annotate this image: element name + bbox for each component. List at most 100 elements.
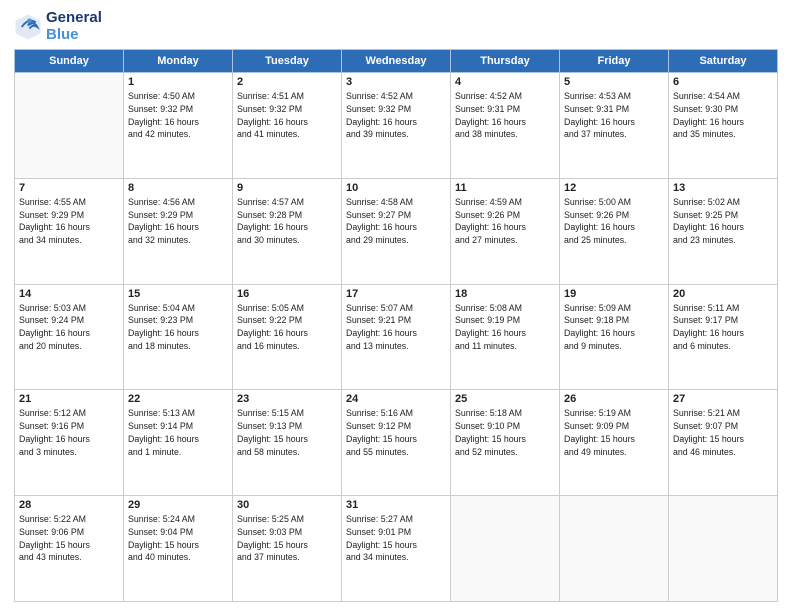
day-info: Sunrise: 5:21 AMSunset: 9:07 PMDaylight:… (673, 407, 773, 458)
calendar-cell: 3 Sunrise: 4:52 AMSunset: 9:32 PMDaylight… (342, 73, 451, 179)
calendar-cell (451, 496, 560, 602)
day-number: 13 (673, 182, 773, 194)
calendar-cell: 11 Sunrise: 4:59 AMSunset: 9:26 PMDayligh… (451, 178, 560, 284)
day-info: Sunrise: 4:59 AMSunset: 9:26 PMDaylight:… (455, 196, 555, 247)
calendar-cell: 6 Sunrise: 4:54 AMSunset: 9:30 PMDaylight… (669, 73, 778, 179)
calendar-cell (560, 496, 669, 602)
day-number: 3 (346, 76, 446, 88)
day-info: Sunrise: 4:53 AMSunset: 9:31 PMDaylight:… (564, 90, 664, 141)
calendar-cell: 22 Sunrise: 5:13 AMSunset: 9:14 PMDayligh… (124, 390, 233, 496)
day-number: 14 (19, 288, 119, 300)
day-number: 28 (19, 499, 119, 511)
day-info: Sunrise: 5:24 AMSunset: 9:04 PMDaylight:… (128, 513, 228, 564)
week-row-3: 14 Sunrise: 5:03 AMSunset: 9:24 PMDayligh… (15, 284, 778, 390)
day-info: Sunrise: 5:05 AMSunset: 9:22 PMDaylight:… (237, 302, 337, 353)
day-number: 9 (237, 182, 337, 194)
day-number: 11 (455, 182, 555, 194)
calendar-cell: 12 Sunrise: 5:00 AMSunset: 9:26 PMDayligh… (560, 178, 669, 284)
day-number: 8 (128, 182, 228, 194)
day-info: Sunrise: 4:52 AMSunset: 9:32 PMDaylight:… (346, 90, 446, 141)
calendar-cell: 10 Sunrise: 4:58 AMSunset: 9:27 PMDayligh… (342, 178, 451, 284)
calendar-cell: 17 Sunrise: 5:07 AMSunset: 9:21 PMDayligh… (342, 284, 451, 390)
day-number: 27 (673, 393, 773, 405)
page: General Blue SundayMondayTuesdayWednesda… (0, 0, 792, 612)
day-number: 10 (346, 182, 446, 194)
calendar-cell: 21 Sunrise: 5:12 AMSunset: 9:16 PMDayligh… (15, 390, 124, 496)
header: General Blue (14, 10, 778, 43)
day-info: Sunrise: 5:12 AMSunset: 9:16 PMDaylight:… (19, 407, 119, 458)
day-info: Sunrise: 4:58 AMSunset: 9:27 PMDaylight:… (346, 196, 446, 247)
week-row-2: 7 Sunrise: 4:55 AMSunset: 9:29 PMDaylight… (15, 178, 778, 284)
calendar-cell: 8Sunrise: 4:56 AMSunset: 9:29 PMDaylight… (124, 178, 233, 284)
day-info: Sunrise: 5:25 AMSunset: 9:03 PMDaylight:… (237, 513, 337, 564)
weekday-header-tuesday: Tuesday (233, 50, 342, 73)
calendar-cell: 1 Sunrise: 4:50 AMSunset: 9:32 PMDaylight… (124, 73, 233, 179)
day-number: 7 (19, 182, 119, 194)
calendar-cell: 31Sunrise: 5:27 AMSunset: 9:01 PMDayligh… (342, 496, 451, 602)
calendar-cell: 9Sunrise: 4:57 AMSunset: 9:28 PMDaylight… (233, 178, 342, 284)
weekday-header-wednesday: Wednesday (342, 50, 451, 73)
weekday-header-monday: Monday (124, 50, 233, 73)
week-row-4: 21 Sunrise: 5:12 AMSunset: 9:16 PMDayligh… (15, 390, 778, 496)
calendar-cell (669, 496, 778, 602)
day-info: Sunrise: 5:03 AMSunset: 9:24 PMDaylight:… (19, 302, 119, 353)
day-info: Sunrise: 5:11 AMSunset: 9:17 PMDaylight:… (673, 302, 773, 353)
day-number: 4 (455, 76, 555, 88)
day-number: 22 (128, 393, 228, 405)
day-number: 2 (237, 76, 337, 88)
day-info: Sunrise: 5:22 AMSunset: 9:06 PMDaylight:… (19, 513, 119, 564)
calendar-cell (15, 73, 124, 179)
day-number: 15 (128, 288, 228, 300)
day-number: 21 (19, 393, 119, 405)
day-info: Sunrise: 5:09 AMSunset: 9:18 PMDaylight:… (564, 302, 664, 353)
day-info: Sunrise: 5:07 AMSunset: 9:21 PMDaylight:… (346, 302, 446, 353)
day-number: 31 (346, 499, 446, 511)
day-number: 18 (455, 288, 555, 300)
calendar-cell: 29Sunrise: 5:24 AMSunset: 9:04 PMDayligh… (124, 496, 233, 602)
logo-icon (14, 13, 42, 41)
day-number: 6 (673, 76, 773, 88)
weekday-header-friday: Friday (560, 50, 669, 73)
calendar-cell: 18 Sunrise: 5:08 AMSunset: 9:19 PMDayligh… (451, 284, 560, 390)
weekday-header-thursday: Thursday (451, 50, 560, 73)
calendar-cell: 15 Sunrise: 5:04 AMSunset: 9:23 PMDayligh… (124, 284, 233, 390)
day-number: 12 (564, 182, 664, 194)
day-number: 23 (237, 393, 337, 405)
calendar-cell: 28 Sunrise: 5:22 AMSunset: 9:06 PMDayligh… (15, 496, 124, 602)
weekday-header-row: SundayMondayTuesdayWednesdayThursdayFrid… (15, 50, 778, 73)
day-info: Sunrise: 5:08 AMSunset: 9:19 PMDaylight:… (455, 302, 555, 353)
day-info: Sunrise: 5:13 AMSunset: 9:14 PMDaylight:… (128, 407, 228, 458)
day-number: 30 (237, 499, 337, 511)
day-info: Sunrise: 5:00 AMSunset: 9:26 PMDaylight:… (564, 196, 664, 247)
calendar-cell: 16Sunrise: 5:05 AMSunset: 9:22 PMDayligh… (233, 284, 342, 390)
calendar-cell: 26Sunrise: 5:19 AMSunset: 9:09 PMDayligh… (560, 390, 669, 496)
day-number: 25 (455, 393, 555, 405)
calendar-cell: 19Sunrise: 5:09 AMSunset: 9:18 PMDayligh… (560, 284, 669, 390)
day-info: Sunrise: 4:52 AMSunset: 9:31 PMDaylight:… (455, 90, 555, 141)
day-info: Sunrise: 5:18 AMSunset: 9:10 PMDaylight:… (455, 407, 555, 458)
week-row-5: 28 Sunrise: 5:22 AMSunset: 9:06 PMDayligh… (15, 496, 778, 602)
calendar-cell: 13 Sunrise: 5:02 AMSunset: 9:25 PMDayligh… (669, 178, 778, 284)
calendar-cell: 25 Sunrise: 5:18 AMSunset: 9:10 PMDayligh… (451, 390, 560, 496)
calendar-cell: 14 Sunrise: 5:03 AMSunset: 9:24 PMDayligh… (15, 284, 124, 390)
day-info: Sunrise: 5:02 AMSunset: 9:25 PMDaylight:… (673, 196, 773, 247)
day-info: Sunrise: 4:55 AMSunset: 9:29 PMDaylight:… (19, 196, 119, 247)
calendar-cell: 2 Sunrise: 4:51 AMSunset: 9:32 PMDaylight… (233, 73, 342, 179)
day-info: Sunrise: 4:50 AMSunset: 9:32 PMDaylight:… (128, 90, 228, 141)
calendar-cell: 23 Sunrise: 5:15 AMSunset: 9:13 PMDayligh… (233, 390, 342, 496)
day-number: 24 (346, 393, 446, 405)
calendar-cell: 4 Sunrise: 4:52 AMSunset: 9:31 PMDaylight… (451, 73, 560, 179)
day-info: Sunrise: 5:04 AMSunset: 9:23 PMDaylight:… (128, 302, 228, 353)
day-info: Sunrise: 5:16 AMSunset: 9:12 PMDaylight:… (346, 407, 446, 458)
day-info: Sunrise: 4:54 AMSunset: 9:30 PMDaylight:… (673, 90, 773, 141)
day-number: 1 (128, 76, 228, 88)
logo-text: General Blue (46, 10, 102, 43)
day-info: Sunrise: 5:15 AMSunset: 9:13 PMDaylight:… (237, 407, 337, 458)
calendar-cell: 20Sunrise: 5:11 AMSunset: 9:17 PMDayligh… (669, 284, 778, 390)
weekday-header-saturday: Saturday (669, 50, 778, 73)
day-info: Sunrise: 4:51 AMSunset: 9:32 PMDaylight:… (237, 90, 337, 141)
day-number: 17 (346, 288, 446, 300)
day-number: 26 (564, 393, 664, 405)
week-row-1: 1 Sunrise: 4:50 AMSunset: 9:32 PMDaylight… (15, 73, 778, 179)
calendar-cell: 27 Sunrise: 5:21 AMSunset: 9:07 PMDayligh… (669, 390, 778, 496)
